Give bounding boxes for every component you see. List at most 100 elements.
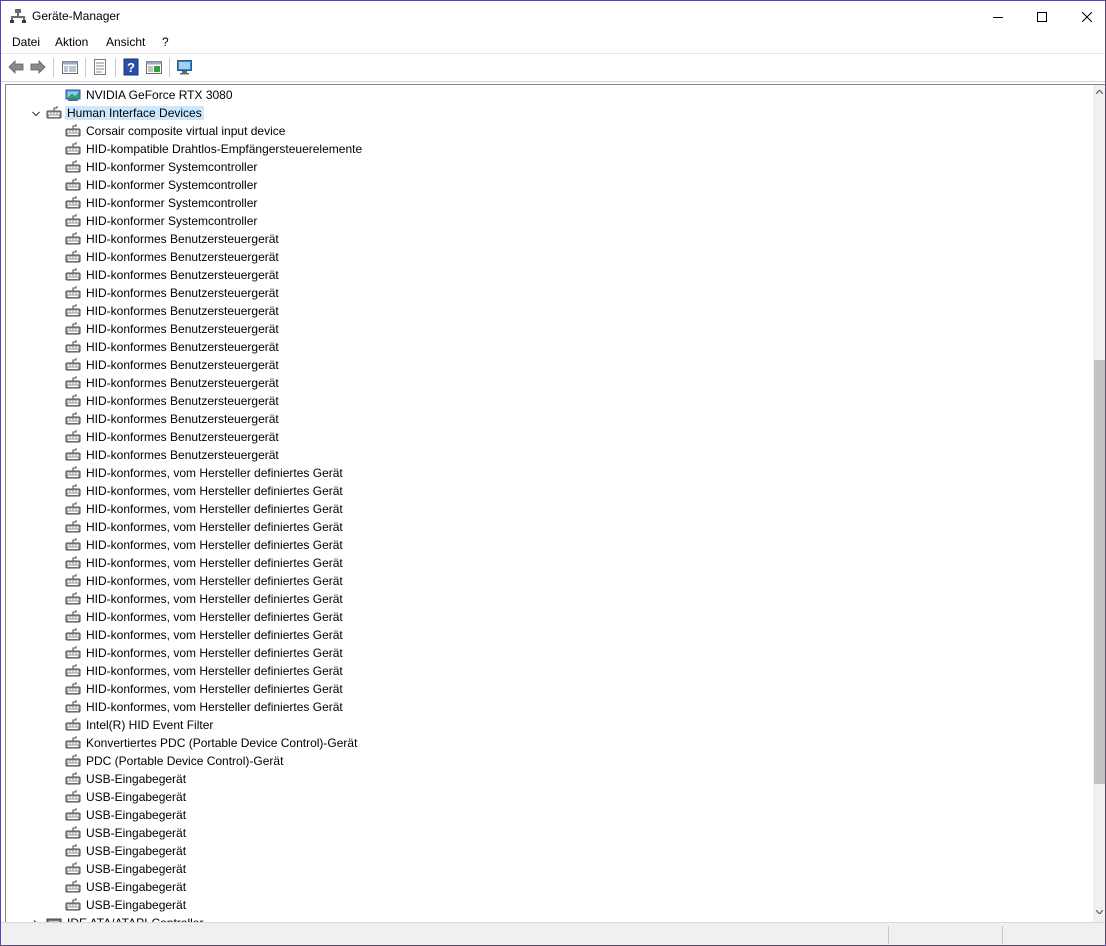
tree-device-row[interactable]: USB-Eingabegerät xyxy=(6,824,1093,842)
tree-device-row[interactable]: USB-Eingabegerät xyxy=(6,788,1093,806)
properties-icon[interactable] xyxy=(91,58,109,76)
tree-node-label: HID-konformes Benutzersteuergerät xyxy=(86,232,279,246)
tree-device-row[interactable]: HID-konformes, vom Hersteller definierte… xyxy=(6,482,1093,500)
tree-device-row[interactable]: USB-Eingabegerät xyxy=(6,896,1093,914)
hid-device-icon xyxy=(65,843,81,859)
update-driver-icon[interactable] xyxy=(145,58,163,76)
help-icon[interactable]: ? xyxy=(122,58,140,76)
tree-device-row[interactable]: HID-konformes, vom Hersteller definierte… xyxy=(6,626,1093,644)
tree-device-row[interactable]: HID-konformes Benutzersteuergerät xyxy=(6,446,1093,464)
tree-device-row[interactable]: HID-konformes Benutzersteuergerät xyxy=(6,302,1093,320)
device-tree[interactable]: NVIDIA GeForce RTX 3080 Human Interface D… xyxy=(5,84,1105,924)
tree-device-row[interactable]: HID-konformes, vom Hersteller definierte… xyxy=(6,554,1093,572)
tree-device-row[interactable]: HID-konformes, vom Hersteller definierte… xyxy=(6,644,1093,662)
tree-device-row[interactable]: HID-konformes, vom Hersteller definierte… xyxy=(6,662,1093,680)
tree-device-row[interactable]: USB-Eingabegerät xyxy=(6,860,1093,878)
chevron-down-icon[interactable] xyxy=(31,108,41,118)
scroll-down-icon[interactable] xyxy=(1096,910,1103,914)
tree-device-row[interactable]: Intel(R) HID Event Filter xyxy=(6,716,1093,734)
tree-node-label: NVIDIA GeForce RTX 3080 xyxy=(86,88,233,102)
tree-node-label: HID-konformes, vom Hersteller definierte… xyxy=(86,592,343,606)
toolbar-separator xyxy=(169,58,170,77)
tree-device-row[interactable]: Konvertiertes PDC (Portable Device Contr… xyxy=(6,734,1093,752)
scroll-up-icon[interactable] xyxy=(1096,90,1103,94)
hid-device-icon xyxy=(65,879,81,895)
tree-device-row[interactable]: PDC (Portable Device Control)-Gerät xyxy=(6,752,1093,770)
tree-device-row[interactable]: USB-Eingabegerät xyxy=(6,878,1093,896)
tree-device-row[interactable]: Corsair composite virtual input device xyxy=(6,122,1093,140)
scrollbar-thumb[interactable] xyxy=(1094,360,1105,784)
tree-device-row[interactable]: HID-konformes Benutzersteuergerät xyxy=(6,320,1093,338)
tree-device-row[interactable]: HID-konformes Benutzersteuergerät xyxy=(6,374,1093,392)
hid-device-icon xyxy=(65,339,81,355)
tree-node-label: HID-konformes, vom Hersteller definierte… xyxy=(86,538,343,552)
tree-category-row[interactable]: Human Interface Devices xyxy=(6,104,1093,122)
scan-hardware-icon[interactable] xyxy=(176,58,194,76)
minimize-button[interactable] xyxy=(975,1,1021,32)
tree-device-row[interactable]: HID-konformer Systemcontroller xyxy=(6,212,1093,230)
tree-device-row[interactable]: HID-konformes, vom Hersteller definierte… xyxy=(6,464,1093,482)
menu-help[interactable]: ? xyxy=(162,35,169,49)
title-bar[interactable]: Geräte-Manager xyxy=(1,1,1105,32)
hid-device-icon xyxy=(65,789,81,805)
toolbar-separator xyxy=(53,58,54,77)
tree-device-row[interactable]: HID-konformes, vom Hersteller definierte… xyxy=(6,518,1093,536)
tree-device-row[interactable]: HID-konformes, vom Hersteller definierte… xyxy=(6,608,1093,626)
hid-device-icon xyxy=(65,501,81,517)
tree-device-row[interactable]: HID-konformer Systemcontroller xyxy=(6,176,1093,194)
menu-datei[interactable]: Datei xyxy=(12,35,40,49)
hid-device-icon xyxy=(65,249,81,265)
back-arrow-icon[interactable] xyxy=(7,58,25,76)
tree-node-label: HID-konformes Benutzersteuergerät xyxy=(86,322,279,336)
tree-device-row[interactable]: HID-konformes, vom Hersteller definierte… xyxy=(6,680,1093,698)
tree-node-label: USB-Eingabegerät xyxy=(86,808,187,822)
tree-node-label: USB-Eingabegerät xyxy=(86,772,187,786)
tree-device-row[interactable]: HID-konformes Benutzersteuergerät xyxy=(6,284,1093,302)
hid-device-icon xyxy=(65,825,81,841)
tree-device-row[interactable]: HID-konformes, vom Hersteller definierte… xyxy=(6,590,1093,608)
tree-node-label: HID-konformes Benutzersteuergerät xyxy=(86,448,279,462)
hid-device-icon xyxy=(65,429,81,445)
tree-device-row[interactable]: HID-konformes Benutzersteuergerät xyxy=(6,356,1093,374)
tree-node-label: HID-konformer Systemcontroller xyxy=(86,196,258,210)
tree-device-row[interactable]: HID-konformes Benutzersteuergerät xyxy=(6,266,1093,284)
status-separator xyxy=(888,926,889,944)
maximize-button[interactable] xyxy=(1019,1,1065,32)
tree-device-row[interactable]: HID-konformes, vom Hersteller definierte… xyxy=(6,572,1093,590)
tree-device-row[interactable]: HID-konformes Benutzersteuergerät xyxy=(6,410,1093,428)
tree-device-row[interactable]: NVIDIA GeForce RTX 3080 xyxy=(6,86,1093,104)
tree-device-row[interactable]: HID-konformes Benutzersteuergerät xyxy=(6,230,1093,248)
tree-device-row[interactable]: HID-konformes, vom Hersteller definierte… xyxy=(6,698,1093,716)
tree-device-row[interactable]: HID-kompatible Drahtlos-Empfängersteuere… xyxy=(6,140,1093,158)
tree-device-row[interactable]: HID-konformer Systemcontroller xyxy=(6,158,1093,176)
menu-aktion[interactable]: Aktion xyxy=(55,35,88,49)
hid-device-icon xyxy=(65,753,81,769)
tree-device-row[interactable]: HID-konformes, vom Hersteller definierte… xyxy=(6,500,1093,518)
tree-device-row[interactable]: HID-konformes Benutzersteuergerät xyxy=(6,248,1093,266)
close-button[interactable] xyxy=(1064,1,1105,32)
tree-node-label: HID-konformes, vom Hersteller definierte… xyxy=(86,646,343,660)
tree-device-row[interactable]: USB-Eingabegerät xyxy=(6,842,1093,860)
maximize-icon xyxy=(1037,11,1047,22)
hid-device-icon xyxy=(65,231,81,247)
menu-ansicht[interactable]: Ansicht xyxy=(106,35,145,49)
tree-device-row[interactable]: HID-konformes, vom Hersteller definierte… xyxy=(6,536,1093,554)
hid-device-icon xyxy=(65,537,81,553)
tree-node-label: Corsair composite virtual input device xyxy=(86,124,286,138)
forward-arrow-icon[interactable] xyxy=(29,58,47,76)
tree-device-row[interactable]: HID-konformes Benutzersteuergerät xyxy=(6,428,1093,446)
tree-device-row[interactable]: USB-Eingabegerät xyxy=(6,806,1093,824)
hid-device-icon xyxy=(65,321,81,337)
hid-device-icon xyxy=(65,375,81,391)
tree-node-label: Intel(R) HID Event Filter xyxy=(86,718,214,732)
tree-node-label: HID-konformes, vom Hersteller definierte… xyxy=(86,556,343,570)
tree-device-row[interactable]: HID-konformes Benutzersteuergerät xyxy=(6,392,1093,410)
show-hide-console-tree-icon[interactable] xyxy=(61,58,79,76)
vertical-scrollbar[interactable] xyxy=(1093,85,1105,923)
tree-device-row[interactable]: HID-konformer Systemcontroller xyxy=(6,194,1093,212)
tree-device-row[interactable]: USB-Eingabegerät xyxy=(6,770,1093,788)
tree-device-row[interactable]: HID-konformes Benutzersteuergerät xyxy=(6,338,1093,356)
tree-node-label: HID-konformes Benutzersteuergerät xyxy=(86,430,279,444)
hid-device-icon xyxy=(65,897,81,913)
toolbar-separator xyxy=(115,58,116,77)
